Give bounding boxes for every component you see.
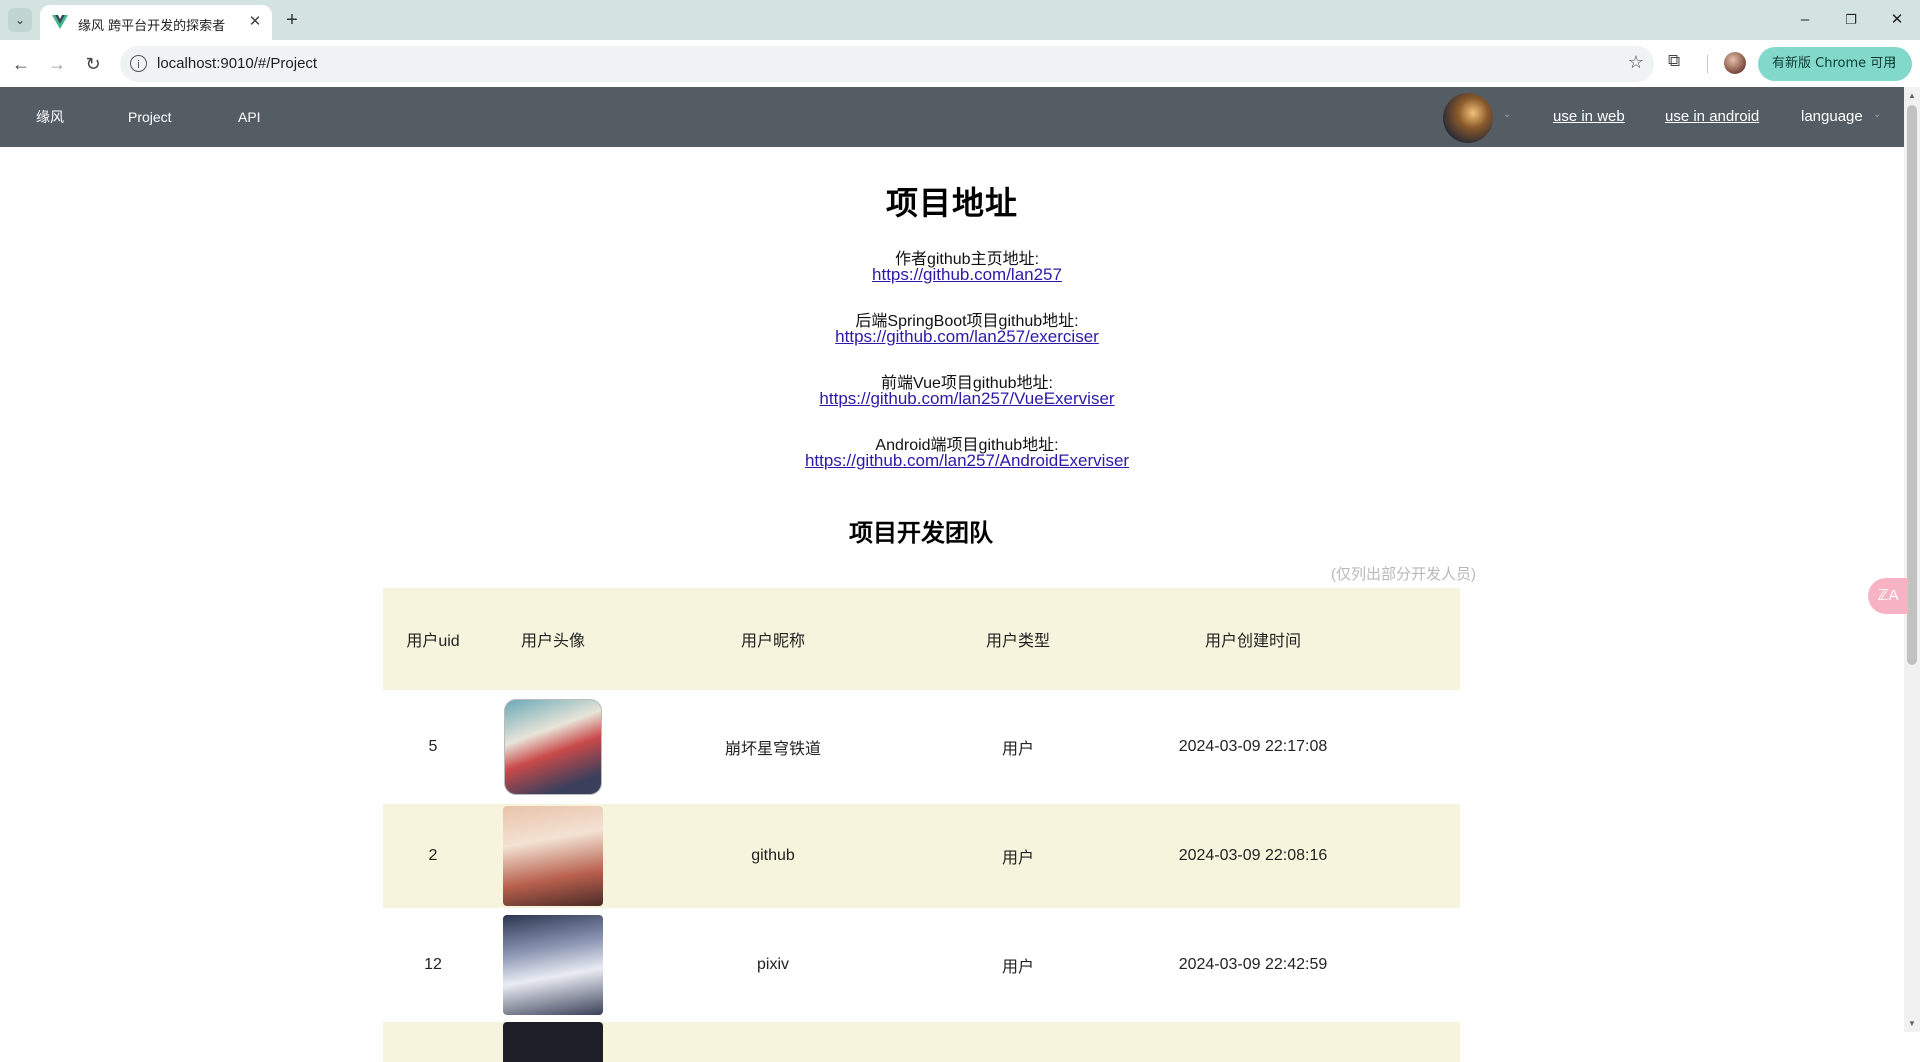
backend-github-link[interactable]: https://github.com/lan257/exerciser bbox=[0, 327, 1920, 347]
new-tab-button[interactable]: + bbox=[280, 8, 304, 32]
android-github-link[interactable]: https://github.com/lan257/AndroidExervis… bbox=[0, 451, 1920, 471]
cell-nickname: pixiv bbox=[756, 956, 789, 973]
user-avatar-image bbox=[503, 806, 603, 906]
star-icon[interactable]: ☆ bbox=[1628, 52, 1644, 73]
minimize-button[interactable]: – bbox=[1782, 6, 1828, 34]
user-avatar[interactable] bbox=[1443, 93, 1493, 143]
cell-nickname: 崩坏星穹铁道 bbox=[724, 741, 821, 758]
more-vertical-icon[interactable]: ⋮ bbox=[1887, 47, 1900, 81]
url-text[interactable]: localhost:9010/#/Project bbox=[157, 55, 317, 72]
forward-button[interactable]: → bbox=[44, 51, 70, 77]
cell-type: 用户 bbox=[1001, 741, 1034, 758]
cell-avatar bbox=[483, 1022, 623, 1062]
cell-nickname: github bbox=[751, 847, 795, 864]
cell-avatar bbox=[483, 690, 623, 804]
nav-brand[interactable]: 缘风 bbox=[36, 87, 64, 147]
page-scrollbar[interactable]: ▲ ▼ bbox=[1904, 87, 1920, 1032]
column-header-uid: 用户uid bbox=[406, 633, 460, 650]
author-github-link[interactable]: https://github.com/lan257 bbox=[0, 265, 1920, 285]
cell-created: 2024-03-09 22:17:08 bbox=[1178, 738, 1328, 755]
reload-icon: ↻ bbox=[85, 54, 101, 74]
page-title: 项目地址 bbox=[885, 185, 1018, 221]
profile-avatar[interactable] bbox=[1724, 52, 1746, 74]
browser-tabstrip: ⌄ 缘风 跨平台开发的探索者 ✕ + – ❐ ✕ bbox=[0, 0, 1920, 40]
user-avatar-image bbox=[503, 1022, 603, 1062]
window-close-icon: ✕ bbox=[1890, 11, 1904, 28]
cell-uid: 2 bbox=[428, 847, 438, 864]
browser-tab[interactable]: 缘风 跨平台开发的探索者 ✕ bbox=[40, 5, 272, 40]
puzzle-icon[interactable]: ⧉ bbox=[1668, 51, 1680, 71]
user-avatar-image bbox=[503, 915, 603, 1015]
table-row bbox=[383, 1022, 1460, 1062]
table-row: 2 github 用户 2024-03-09 22:08:16 bbox=[383, 804, 1460, 908]
vue-logo-icon bbox=[52, 15, 68, 29]
restore-icon: ❐ bbox=[1845, 12, 1857, 27]
chevron-down-icon[interactable]: ⌄ bbox=[1873, 109, 1881, 120]
use-in-android-link[interactable]: use in android bbox=[1665, 87, 1759, 147]
table-row: 12 pixiv 用户 2024-03-09 22:42:59 bbox=[383, 908, 1460, 1022]
use-in-web-link[interactable]: use in web bbox=[1553, 87, 1625, 147]
scroll-up-arrow-icon[interactable]: ▲ bbox=[1908, 91, 1916, 100]
column-header-avatar: 用户头像 bbox=[520, 633, 585, 650]
column-header-type: 用户类型 bbox=[985, 633, 1050, 650]
language-menu[interactable]: language bbox=[1801, 87, 1863, 147]
cell-avatar bbox=[483, 804, 623, 908]
tab-list-button[interactable]: ⌄ bbox=[8, 8, 32, 32]
user-avatar-image bbox=[504, 699, 602, 795]
cell-created: 2024-03-09 22:08:16 bbox=[1178, 847, 1328, 864]
cell-created: 2024-03-09 22:42:59 bbox=[1178, 956, 1328, 973]
tab-title: 缘风 跨平台开发的探索者 bbox=[78, 19, 226, 34]
reload-button[interactable]: ↻ bbox=[80, 51, 106, 77]
toolbar-divider bbox=[1707, 55, 1708, 73]
cell-uid: 5 bbox=[428, 738, 438, 755]
close-icon[interactable]: ✕ bbox=[246, 13, 264, 31]
minimize-icon: – bbox=[1800, 11, 1810, 28]
team-section-title: 项目开发团队 bbox=[849, 520, 993, 547]
frontend-github-link[interactable]: https://github.com/lan257/VueExerviser bbox=[0, 389, 1920, 409]
scroll-down-arrow-icon[interactable]: ▼ bbox=[1908, 1019, 1916, 1028]
back-button[interactable]: ← bbox=[8, 51, 34, 77]
column-header-nickname: 用户昵称 bbox=[740, 633, 805, 650]
cell-type: 用户 bbox=[1001, 850, 1034, 867]
table-header-row: 用户uid 用户头像 用户昵称 用户类型 用户创建时间 bbox=[383, 588, 1460, 690]
address-bar[interactable]: i localhost:9010/#/Project ☆ bbox=[120, 46, 1654, 82]
window-close-button[interactable]: ✕ bbox=[1874, 6, 1920, 34]
nav-item-api[interactable]: API bbox=[238, 87, 261, 147]
team-table: 用户uid 用户头像 用户昵称 用户类型 用户创建时间 5 崩坏星穹铁道 用户 … bbox=[383, 588, 1460, 1062]
browser-toolbar: ← → ↻ i localhost:9010/#/Project ☆ ⧉ 有新版… bbox=[0, 40, 1920, 88]
arrow-right-icon: → bbox=[48, 54, 66, 74]
plus-icon: + bbox=[286, 9, 298, 31]
update-chip-label: 有新版 Chrome 可用 bbox=[1772, 56, 1897, 71]
cell-avatar bbox=[483, 908, 623, 1022]
arrow-left-icon: ← bbox=[12, 54, 30, 74]
app-navbar: 缘风 Project API ⌄ use in web use in andro… bbox=[0, 87, 1904, 147]
cell-uid: 12 bbox=[424, 956, 442, 973]
team-note: (仅列出部分开发人员) bbox=[1331, 566, 1476, 583]
nav-item-project[interactable]: Project bbox=[128, 87, 172, 147]
info-icon[interactable]: i bbox=[130, 55, 147, 72]
cell-type: 用户 bbox=[1001, 959, 1034, 976]
column-header-created: 用户创建时间 bbox=[1204, 633, 1301, 650]
update-chrome-button[interactable]: 有新版 Chrome 可用 ⋮ bbox=[1758, 47, 1912, 81]
chevron-down-icon: ⌄ bbox=[14, 13, 26, 27]
chevron-down-icon[interactable]: ⌄ bbox=[1503, 109, 1511, 120]
table-row: 5 崩坏星穹铁道 用户 2024-03-09 22:17:08 bbox=[383, 690, 1460, 804]
restore-button[interactable]: ❐ bbox=[1828, 6, 1874, 34]
translate-floating-button[interactable]: ℤA bbox=[1868, 578, 1908, 614]
